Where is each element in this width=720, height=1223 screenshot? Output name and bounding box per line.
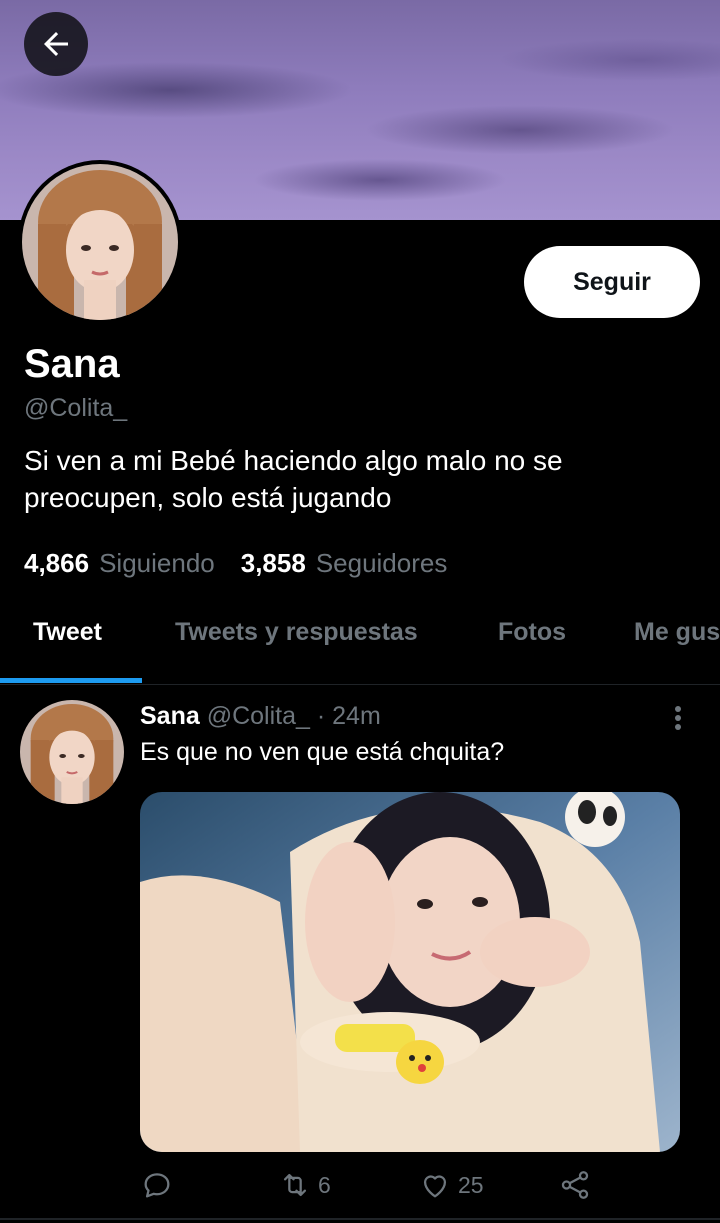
avatar-image	[20, 700, 124, 804]
share-icon	[561, 1171, 589, 1199]
following-label[interactable]: Siguiendo	[99, 548, 215, 579]
tab-tweet[interactable]: Tweet	[33, 618, 102, 647]
tab-tweets-and-replies[interactable]: Tweets y respuestas	[175, 618, 418, 647]
tab-likes[interactable]: Me gus	[634, 618, 720, 647]
tweet-header: Sana @Colita_ · 24m	[140, 702, 381, 731]
followers-count[interactable]: 3,858	[241, 548, 306, 579]
followers-label[interactable]: Seguidores	[316, 548, 448, 579]
heart-icon	[423, 1175, 447, 1198]
profile-avatar[interactable]	[18, 160, 182, 324]
profile-bio: Si ven a mi Bebé haciendo algo malo no s…	[24, 445, 563, 513]
like-button[interactable]: 25	[418, 1168, 484, 1202]
tweet-author-name[interactable]: Sana	[140, 702, 200, 730]
follow-button[interactable]: Seguir	[524, 246, 700, 318]
tweet-author-handle[interactable]: @Colita_	[207, 702, 310, 730]
active-tab-indicator	[0, 678, 142, 683]
tweet-media[interactable]	[140, 792, 680, 1152]
retweet-icon	[283, 1173, 307, 1197]
tab-photos[interactable]: Fotos	[498, 618, 566, 647]
tweet-separator: ·	[316, 702, 326, 730]
retweet-button[interactable]: 6	[278, 1168, 331, 1202]
tweet-more-button[interactable]	[664, 704, 692, 732]
profile-name: Sana	[24, 342, 120, 386]
divider	[0, 1218, 720, 1220]
profile-tabs: Tweet Tweets y respuestas Fotos Me gus	[0, 600, 720, 685]
back-button[interactable]	[24, 12, 88, 76]
avatar-image	[22, 164, 178, 320]
reply-icon	[144, 1173, 170, 1198]
share-button[interactable]	[558, 1168, 592, 1202]
retweet-count: 6	[318, 1171, 331, 1198]
arrow-left-icon	[44, 32, 68, 56]
profile-stats: 4,866 Siguiendo 3,858 Seguidores	[24, 548, 473, 579]
tweet-photo	[140, 792, 680, 1152]
like-count: 25	[458, 1171, 484, 1198]
tweet-time[interactable]: 24m	[332, 702, 381, 730]
following-count[interactable]: 4,866	[24, 548, 89, 579]
profile-handle: @Colita_	[24, 394, 128, 422]
tweet-avatar[interactable]	[20, 700, 124, 804]
tweet-actions: 6 25	[140, 1164, 700, 1208]
more-vertical-icon	[675, 706, 681, 730]
reply-button[interactable]	[140, 1168, 174, 1202]
tweet-text: Es que no ven que está chquita?	[140, 738, 505, 766]
